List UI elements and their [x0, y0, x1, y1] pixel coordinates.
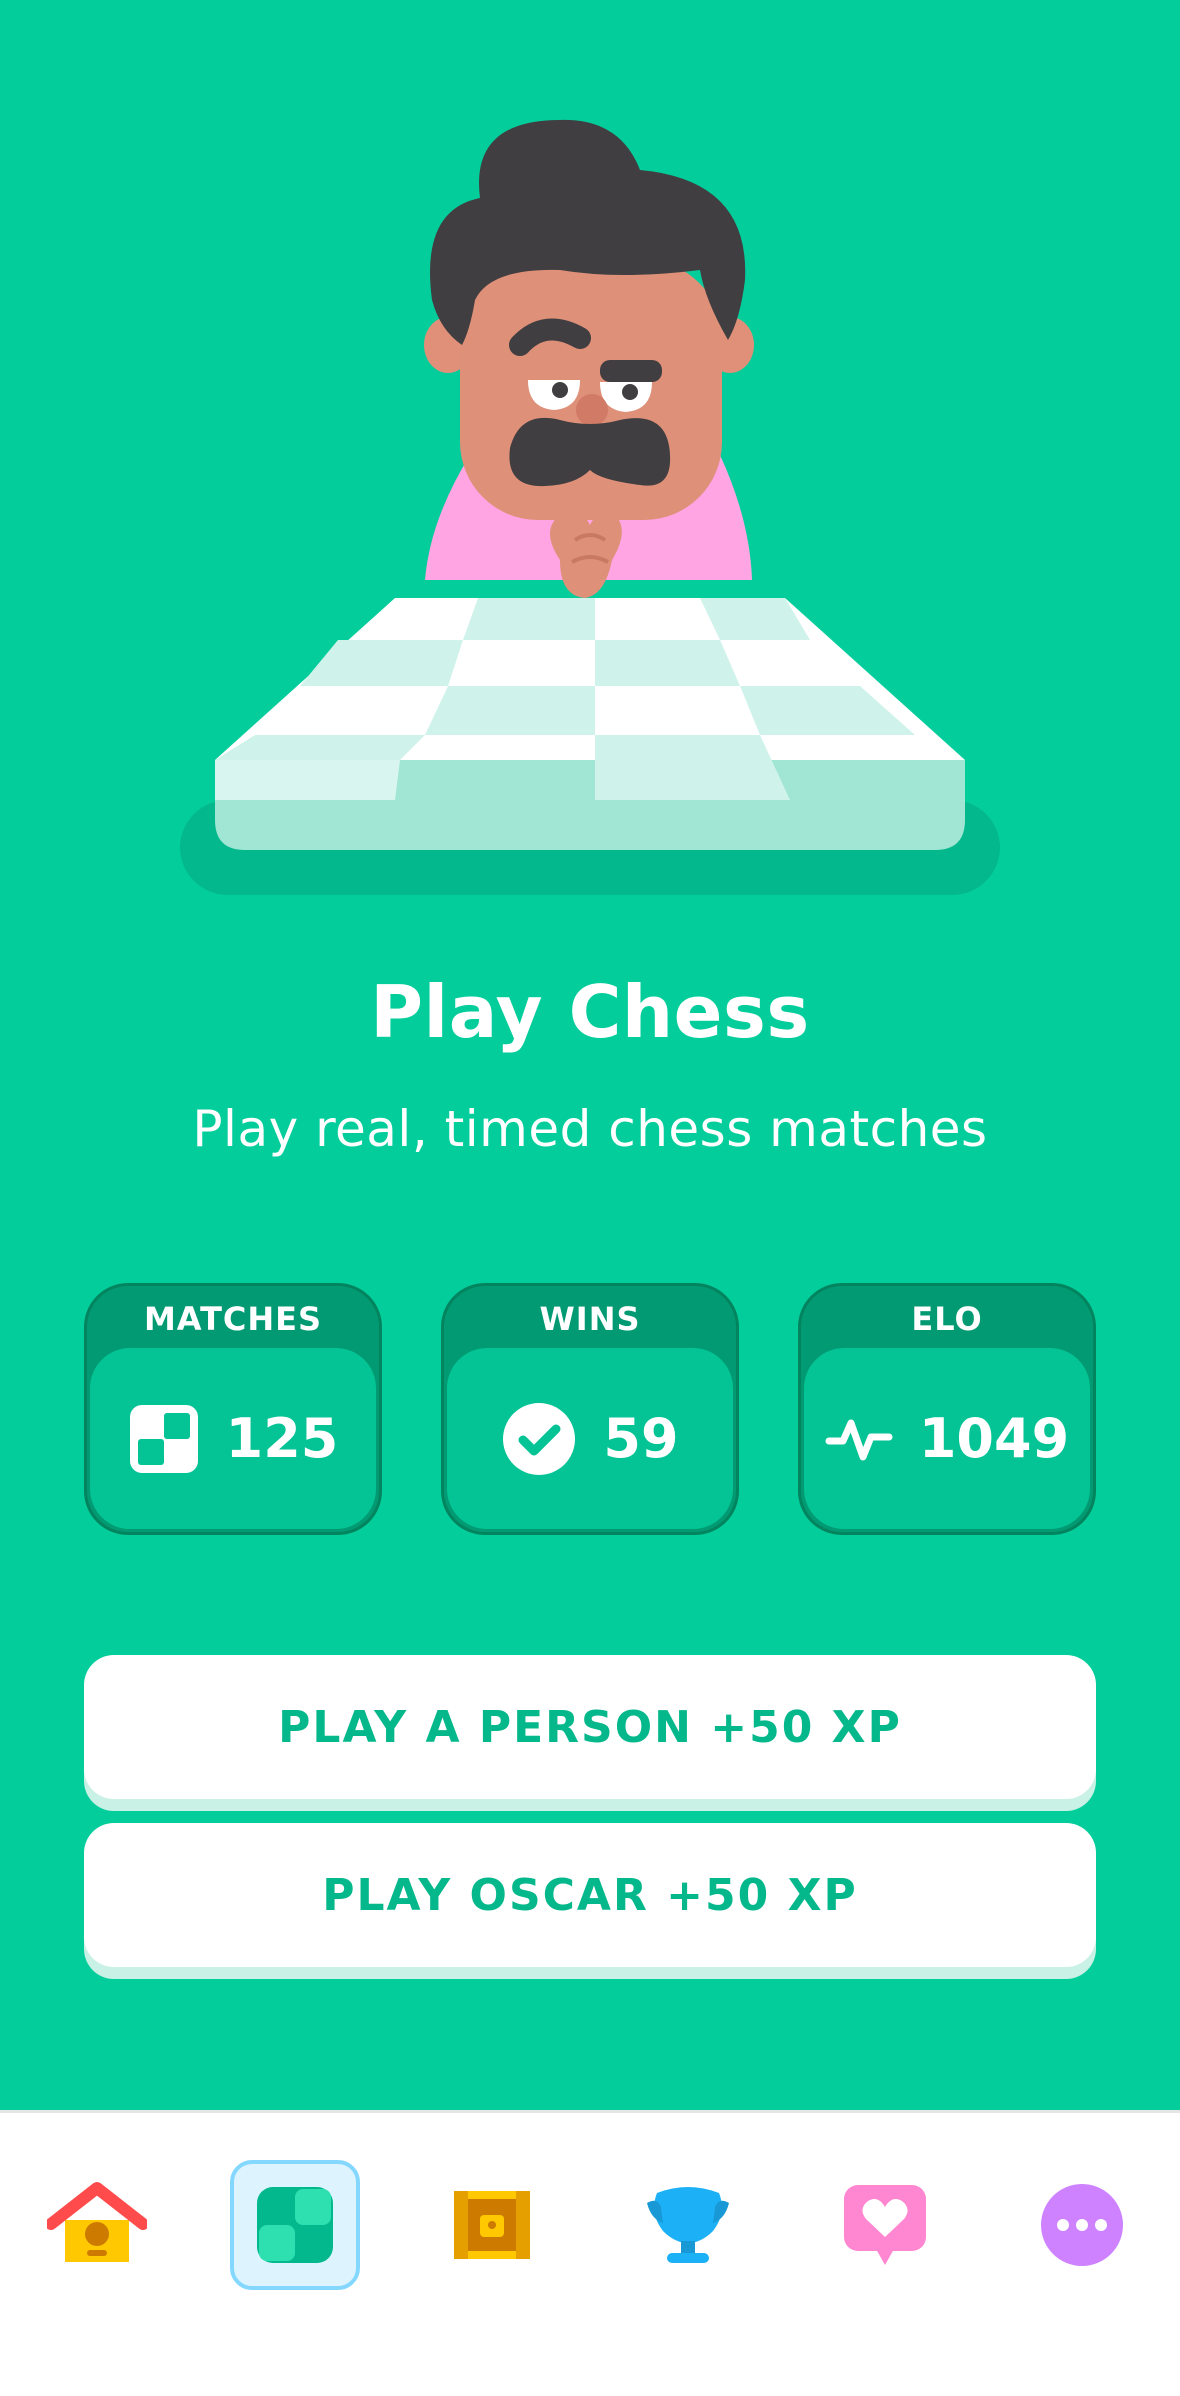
- treasure-chest-icon: [454, 2191, 530, 2259]
- tab-treasure[interactable]: [427, 2160, 557, 2290]
- oscar-chess-illustration: [180, 119, 1000, 895]
- elo-value: 1049: [918, 1407, 1070, 1470]
- elo-stat-card: ELO 1049: [798, 1283, 1096, 1535]
- wins-label: WINS: [539, 1300, 641, 1338]
- pulse-icon: [825, 1419, 893, 1460]
- tab-friends[interactable]: [820, 2160, 950, 2290]
- play-person-button[interactable]: PLAY A PERSON +50 XP: [84, 1655, 1096, 1799]
- chess-icon: [257, 2187, 333, 2263]
- matches-label: MATCHES: [143, 1300, 323, 1338]
- page-title: Play Chess: [370, 970, 810, 1054]
- trophy-icon: [647, 2187, 729, 2263]
- matches-stat-card: MATCHES 125: [84, 1283, 382, 1535]
- chess-screen: Play Chess Play real, timed chess matche…: [0, 0, 1180, 2110]
- chessboard-icon: [129, 1404, 198, 1473]
- home-icon: [47, 2182, 147, 2262]
- checkmark-icon: [503, 1402, 576, 1475]
- bottom-tab-bar: [0, 2110, 1180, 2396]
- elo-label: ELO: [911, 1300, 983, 1338]
- play-oscar-button[interactable]: PLAY OSCAR +50 XP: [84, 1823, 1096, 1967]
- more-icon: [1041, 2184, 1123, 2266]
- matches-value: 125: [225, 1407, 339, 1470]
- tab-more[interactable]: [1017, 2160, 1147, 2290]
- wins-value: 59: [603, 1407, 679, 1470]
- tab-chess[interactable]: [230, 2160, 360, 2290]
- tab-leaderboard[interactable]: [623, 2160, 753, 2290]
- page-subtitle: Play real, timed chess matches: [192, 1100, 988, 1158]
- heart-message-icon: [844, 2185, 926, 2265]
- tab-home[interactable]: [32, 2160, 162, 2290]
- wins-stat-card: WINS 59: [441, 1283, 739, 1535]
